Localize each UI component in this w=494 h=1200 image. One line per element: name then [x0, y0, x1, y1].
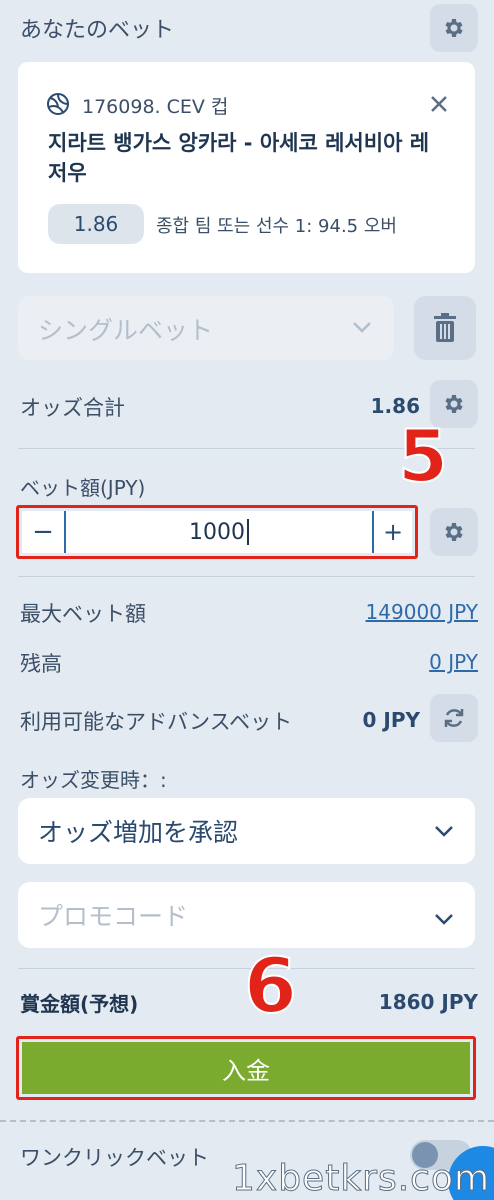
winnings-label: 賞金額(予想): [20, 992, 139, 1016]
stake-input[interactable]: 1000: [68, 511, 370, 553]
balance-label: 残高: [20, 652, 62, 676]
close-icon[interactable]: [430, 95, 448, 113]
increase-button[interactable]: +: [372, 511, 412, 553]
odds-change-value: オッズ増加を承認: [38, 818, 239, 847]
advance-bet-label: 利用可能なアドバンスベット: [20, 710, 293, 734]
refresh-button[interactable]: [430, 694, 478, 742]
advance-bet-value: 0 JPY: [362, 708, 420, 732]
match-name: 지라트 뱅가스 앙카라 - 아세코 레서비아 레저우: [48, 131, 430, 185]
bet-type-label: シングルベット: [38, 316, 214, 345]
promo-code-placeholder: プロモコード: [38, 902, 189, 931]
stake-stepper: − 1000 +: [22, 511, 412, 553]
bet-slip-card: 176098. CEV 컵 지라트 뱅가스 앙카라 - 아세코 레서비아 레저우…: [18, 62, 475, 273]
stake-input-value: 1000: [189, 519, 245, 545]
refresh-icon: [444, 709, 464, 727]
trash-icon: [434, 313, 456, 342]
gear-icon: [445, 523, 463, 541]
stake-label: ベット額(JPY): [20, 476, 146, 500]
stake-settings-button[interactable]: [430, 508, 478, 556]
page-title: あなたのベット: [20, 18, 175, 43]
league-name: 176098. CEV 컵: [82, 96, 229, 118]
gear-icon: [445, 395, 463, 413]
text-cursor: [247, 519, 249, 545]
divider: [18, 576, 475, 577]
winnings-value: 1860 JPY: [378, 990, 478, 1014]
one-click-label: ワンクリックベット: [20, 1146, 209, 1170]
watermark: 1xbetkrs.com: [231, 1158, 491, 1200]
decrease-button[interactable]: −: [22, 511, 66, 553]
dashed-divider: [0, 1120, 494, 1122]
chevron-down-icon: [435, 826, 453, 837]
selection-text: 종합 팀 또는 선수 1: 94.5 오버: [156, 216, 397, 237]
odds-change-select[interactable]: オッズ増加を承認: [18, 798, 475, 864]
volleyball-icon: [47, 93, 69, 115]
chevron-down-icon: [435, 914, 453, 925]
chevron-down-icon: [353, 322, 371, 333]
promo-code-select[interactable]: プロモコード: [18, 882, 475, 948]
gear-icon: [445, 19, 463, 37]
step-5-marker: 5: [397, 414, 449, 498]
step-6-marker: 6: [243, 941, 298, 1030]
odds-total-label: オッズ合計: [20, 396, 125, 420]
deposit-button[interactable]: 入金: [22, 1042, 470, 1094]
max-bet-label: 最大ベット額: [20, 602, 146, 626]
odds-badge: 1.86: [48, 204, 144, 244]
balance-link[interactable]: 0 JPY: [280, 650, 478, 674]
odds-change-label: オッズ変更時：:: [20, 768, 167, 792]
bet-type-select[interactable]: シングルベット: [18, 296, 394, 360]
max-bet-link[interactable]: 149000 JPY: [280, 600, 478, 624]
settings-button[interactable]: [430, 4, 478, 52]
delete-button[interactable]: [414, 296, 476, 360]
